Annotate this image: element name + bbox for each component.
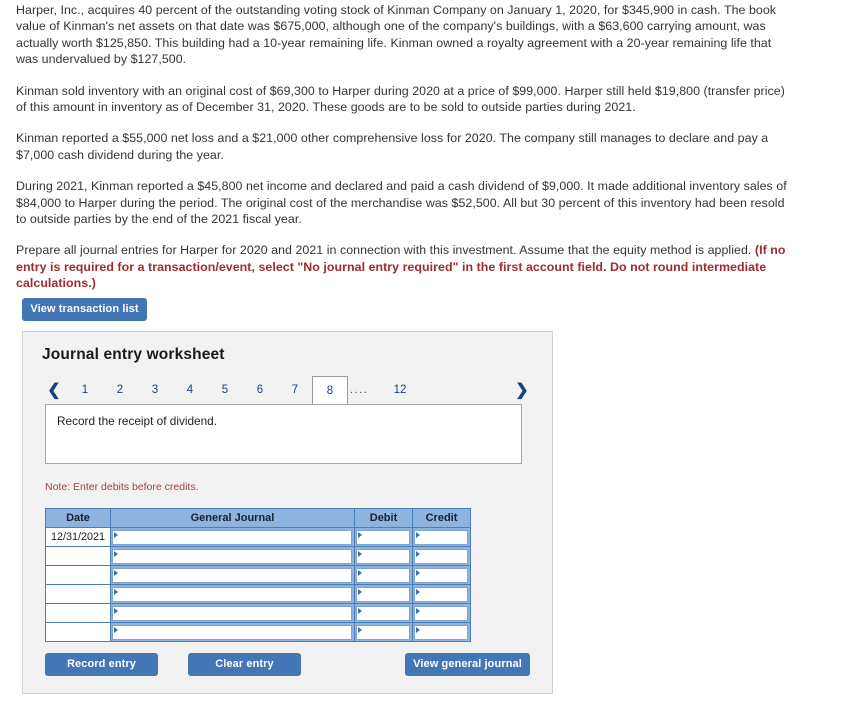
- cell-debit[interactable]: [354, 584, 413, 604]
- cell-date[interactable]: [45, 546, 111, 566]
- account-select[interactable]: [112, 605, 352, 621]
- cell-general-journal[interactable]: [110, 603, 355, 623]
- credit-input[interactable]: [414, 529, 468, 545]
- cell-date[interactable]: 12/31/2021: [45, 527, 111, 547]
- view-general-journal-button[interactable]: View general journal: [405, 653, 530, 676]
- cell-general-journal[interactable]: [110, 546, 355, 566]
- table-row: [45, 622, 471, 642]
- date-value: [46, 585, 110, 603]
- cell-credit[interactable]: [412, 622, 471, 642]
- column-header-date: Date: [45, 508, 111, 528]
- account-select[interactable]: [112, 624, 352, 640]
- pager-ellipsis: ....: [350, 384, 369, 396]
- clear-entry-button[interactable]: Clear entry: [188, 653, 301, 676]
- column-header-debit: Debit: [354, 508, 413, 528]
- debit-input[interactable]: [356, 567, 410, 583]
- cell-general-journal[interactable]: [110, 584, 355, 604]
- credit-input[interactable]: [414, 548, 468, 564]
- transaction-description-box: Record the receipt of dividend.: [45, 404, 522, 464]
- chevron-left-icon[interactable]: ❮: [43, 376, 65, 405]
- cell-credit[interactable]: [412, 527, 471, 547]
- instruction-plain-text: Prepare all journal entries for Harper f…: [16, 243, 752, 258]
- date-value: [46, 547, 110, 565]
- pager-page-7[interactable]: 7: [277, 376, 313, 405]
- cell-general-journal[interactable]: [110, 527, 355, 547]
- problem-paragraph-1: Harper, Inc., acquires 40 percent of the…: [16, 3, 777, 67]
- cell-general-journal[interactable]: [110, 565, 355, 585]
- debit-input[interactable]: [356, 548, 410, 564]
- cell-credit[interactable]: [412, 546, 471, 566]
- date-value: [46, 604, 110, 622]
- debits-before-credits-note: Note: Enter debits before credits.: [45, 481, 199, 493]
- date-value: [46, 566, 110, 584]
- pager-page-3[interactable]: 3: [137, 376, 173, 405]
- credit-input[interactable]: [414, 586, 468, 602]
- table-row: [45, 584, 471, 604]
- cell-date[interactable]: [45, 565, 111, 585]
- table-row: 12/31/2021: [45, 527, 471, 547]
- date-value: 12/31/2021: [46, 528, 110, 546]
- view-transaction-list-button[interactable]: View transaction list: [22, 298, 147, 321]
- cell-debit[interactable]: [354, 622, 413, 642]
- worksheet-pager: ❮ 1 2 3 4 5 6 7 8 .... 12 ❯: [43, 376, 533, 405]
- credit-input[interactable]: [414, 624, 468, 640]
- debit-input[interactable]: [356, 605, 410, 621]
- table-row: [45, 603, 471, 623]
- pager-page-2[interactable]: 2: [102, 376, 138, 405]
- pager-page-12[interactable]: 12: [382, 376, 418, 405]
- cell-general-journal[interactable]: [110, 622, 355, 642]
- cell-debit[interactable]: [354, 603, 413, 623]
- pager-page-6[interactable]: 6: [242, 376, 278, 405]
- pager-page-8-active[interactable]: 8: [312, 376, 348, 405]
- cell-credit[interactable]: [412, 603, 471, 623]
- journal-entry-table: Date General Journal Debit Credit 12/31/…: [45, 508, 471, 642]
- cell-debit[interactable]: [354, 565, 413, 585]
- problem-statement: Harper, Inc., acquires 40 percent of the…: [16, 2, 796, 292]
- account-select[interactable]: [112, 529, 352, 545]
- account-select[interactable]: [112, 548, 352, 564]
- pager-page-5[interactable]: 5: [207, 376, 243, 405]
- cell-debit[interactable]: [354, 527, 413, 547]
- account-select[interactable]: [112, 586, 352, 602]
- table-header-row: Date General Journal Debit Credit: [45, 508, 471, 528]
- problem-paragraph-2: Kinman sold inventory with an original c…: [16, 83, 785, 115]
- debit-input[interactable]: [356, 586, 410, 602]
- debit-input[interactable]: [356, 624, 410, 640]
- credit-input[interactable]: [414, 605, 468, 621]
- pager-page-1[interactable]: 1: [67, 376, 103, 405]
- journal-entry-worksheet-panel: Journal entry worksheet ❮ 1 2 3 4 5 6 7 …: [22, 331, 553, 694]
- cell-debit[interactable]: [354, 546, 413, 566]
- journal-entry-table-body: 12/31/2021: [45, 527, 471, 642]
- debit-input[interactable]: [356, 529, 410, 545]
- date-value: [46, 623, 110, 641]
- worksheet-title: Journal entry worksheet: [42, 346, 225, 363]
- transaction-description-text: Record the receipt of dividend.: [57, 414, 218, 428]
- table-row: [45, 565, 471, 585]
- cell-date[interactable]: [45, 584, 111, 604]
- problem-paragraph-4: During 2021, Kinman reported a $45,800 n…: [16, 179, 787, 227]
- cell-date[interactable]: [45, 603, 111, 623]
- problem-paragraph-3: Kinman reported a $55,000 net loss and a…: [16, 131, 769, 162]
- table-row: [45, 546, 471, 566]
- problem-instruction: Prepare all journal entries for Harper f…: [16, 242, 796, 291]
- cell-date[interactable]: [45, 622, 111, 642]
- column-header-credit: Credit: [412, 508, 471, 528]
- record-entry-button[interactable]: Record entry: [45, 653, 158, 676]
- cell-credit[interactable]: [412, 565, 471, 585]
- cell-credit[interactable]: [412, 584, 471, 604]
- pager-page-4[interactable]: 4: [172, 376, 208, 405]
- chevron-right-icon[interactable]: ❯: [511, 376, 533, 405]
- column-header-general-journal: General Journal: [110, 508, 355, 528]
- account-select[interactable]: [112, 567, 352, 583]
- credit-input[interactable]: [414, 567, 468, 583]
